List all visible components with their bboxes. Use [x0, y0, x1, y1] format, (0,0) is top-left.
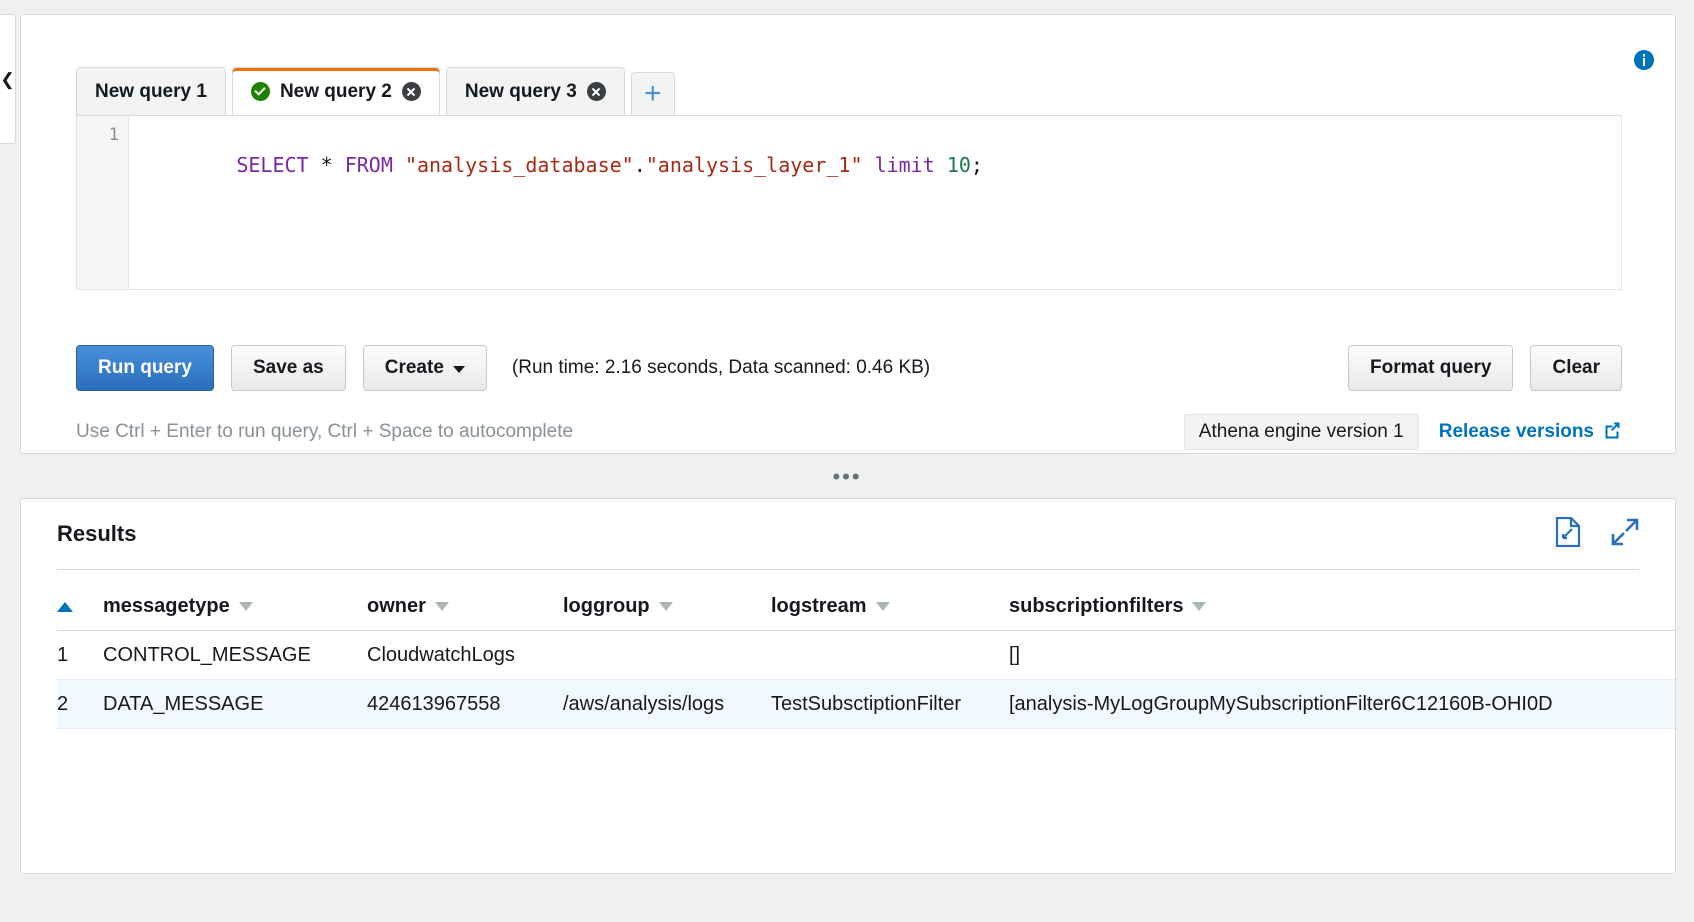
sql-token-number: 10 [946, 153, 971, 177]
results-table-header-row: messagetype owner loggroup logstream sub… [57, 583, 1675, 631]
sql-token-dot: . [633, 153, 646, 177]
chevron-left-icon[interactable]: ❮ [0, 71, 14, 88]
run-query-button[interactable]: Run query [76, 345, 214, 391]
expand-icon[interactable] [1611, 518, 1639, 546]
cell-owner: CloudwatchLogs [367, 643, 515, 666]
chevron-down-icon[interactable] [434, 602, 449, 611]
column-header-logstream[interactable]: logstream [771, 595, 1009, 618]
sql-token-from: FROM [344, 153, 393, 177]
sql-token-database: "analysis_database" [404, 153, 634, 177]
results-table: messagetype owner loggroup logstream sub… [57, 583, 1675, 729]
run-statistics-text: (Run time: 2.16 seconds, Data scanned: 0… [511, 357, 931, 378]
success-check-icon [250, 82, 270, 101]
sql-token-select: SELECT [236, 153, 309, 177]
keyboard-shortcut-hint: Use Ctrl + Enter to run query, Ctrl + Sp… [76, 421, 574, 442]
close-icon[interactable] [586, 82, 606, 101]
editor-hint-row: Use Ctrl + Enter to run query, Ctrl + Sp… [76, 414, 1622, 450]
column-header-messagetype-label: messagetype [103, 595, 230, 617]
row-index: 2 [57, 692, 69, 715]
cell-messagetype: DATA_MESSAGE [103, 692, 264, 715]
editor-action-bar: Run query Save as Create (Run time: 2.16… [76, 345, 1622, 391]
query-tab-bar: New query 1 New query 2 New query 3 + [76, 67, 675, 115]
sql-space [863, 153, 875, 177]
column-header-logstream-label: logstream [771, 595, 867, 617]
sql-space [393, 153, 405, 177]
athena-engine-version-badge[interactable]: Athena engine version 1 [1183, 414, 1419, 450]
column-header-loggroup-label: loggroup [563, 595, 650, 617]
clear-button[interactable]: Clear [1530, 345, 1622, 391]
results-toolbar [1555, 517, 1639, 547]
chevron-down-icon[interactable] [1192, 602, 1207, 611]
sort-ascending-icon[interactable] [57, 601, 103, 612]
panel-splitter-handle[interactable]: ••• [0, 463, 1694, 489]
cell-logstream: TestSubsctiptionFilter [771, 692, 962, 715]
sql-code-line[interactable]: SELECT * FROM "analysis_database"."analy… [129, 116, 1621, 289]
column-header-owner[interactable]: owner [367, 595, 563, 618]
external-link-icon [1603, 420, 1622, 445]
table-row[interactable]: 2 DATA_MESSAGE 424613967558 /aws/analysi… [57, 680, 1675, 729]
info-icon[interactable] [1633, 49, 1655, 71]
sql-space [333, 153, 345, 177]
chevron-down-icon[interactable] [238, 602, 253, 611]
close-icon[interactable] [401, 82, 421, 101]
chevron-down-icon[interactable] [875, 602, 890, 611]
release-versions-link[interactable]: Release versions [1439, 420, 1622, 445]
results-title: Results [57, 521, 137, 546]
create-button[interactable]: Create [362, 345, 487, 391]
query-tab-3-label: New query 3 [464, 81, 577, 102]
cell-owner: 424613967558 [367, 692, 501, 715]
query-tab-2[interactable]: New query 2 [231, 67, 440, 115]
create-button-label: Create [384, 357, 444, 378]
query-tab-1[interactable]: New query 1 [76, 67, 226, 115]
sql-space [309, 153, 321, 177]
column-header-owner-label: owner [367, 595, 426, 617]
column-header-loggroup[interactable]: loggroup [563, 595, 771, 618]
cell-loggroup: /aws/analysis/logs [563, 692, 725, 715]
sql-token-semicolon: ; [970, 153, 983, 177]
row-index: 1 [57, 643, 69, 666]
column-header-messagetype[interactable]: messagetype [103, 595, 367, 618]
release-versions-label: Release versions [1438, 421, 1594, 442]
sql-token-table: "analysis_layer_1" [645, 153, 863, 177]
athena-query-editor: ❮ New query 1 New query 2 New query 3 + … [0, 0, 1694, 922]
sidebar-collapse-rail[interactable]: ❮ [0, 14, 16, 144]
table-row[interactable]: 1 CONTROL_MESSAGE CloudwatchLogs [] [57, 631, 1675, 680]
editor-gutter: 1 [77, 116, 129, 289]
query-tab-2-label: New query 2 [279, 81, 392, 102]
column-header-subscriptionfilters-label: subscriptionfilters [1009, 595, 1184, 617]
add-query-tab-button[interactable]: + [630, 72, 675, 115]
format-query-button[interactable]: Format query [1348, 345, 1514, 391]
query-tab-3[interactable]: New query 3 [445, 67, 625, 115]
sql-token-star: * [320, 153, 333, 177]
sql-token-limit: limit [874, 153, 935, 177]
query-tab-1-label: New query 1 [95, 81, 207, 102]
save-as-button[interactable]: Save as [230, 345, 346, 391]
results-table-body: 1 CONTROL_MESSAGE CloudwatchLogs [] 2 DA… [57, 631, 1675, 729]
cell-subscriptionfilters: [] [1009, 643, 1021, 666]
results-panel: Results messagetype owner loggroup logst… [20, 498, 1676, 874]
chevron-down-icon [452, 366, 465, 373]
sql-editor[interactable]: 1 SELECT * FROM "analysis_database"."ana… [76, 115, 1622, 290]
download-file-icon[interactable] [1555, 517, 1581, 547]
chevron-down-icon[interactable] [658, 602, 673, 611]
cell-messagetype: CONTROL_MESSAGE [103, 643, 311, 666]
results-divider [57, 569, 1639, 570]
query-editor-panel: New query 1 New query 2 New query 3 + 1 … [20, 14, 1676, 454]
splitter-dots: ••• [832, 463, 862, 489]
cell-subscriptionfilters: [analysis-MyLogGroupMySubscriptionFilter… [1009, 692, 1553, 715]
column-header-subscriptionfilters[interactable]: subscriptionfilters [1009, 595, 1675, 618]
sql-space [935, 153, 947, 177]
